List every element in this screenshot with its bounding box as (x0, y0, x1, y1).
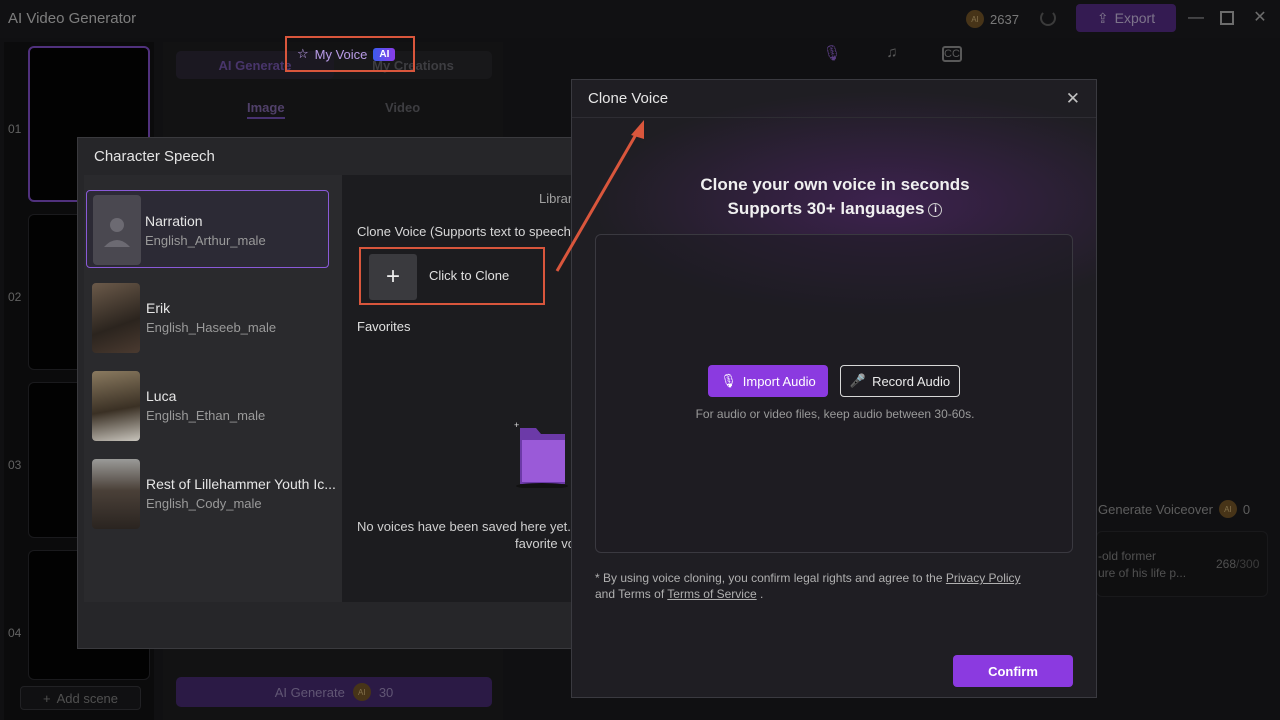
microphone-icon: 🎤 (849, 373, 867, 388)
languages-text: Supports 30+ languages (727, 199, 925, 218)
character-item-luca[interactable]: Luca English_Ethan_male (84, 365, 342, 447)
avatar (92, 283, 140, 353)
terms-of-service-link[interactable]: Terms of Service (667, 587, 756, 601)
my-voice-label: My Voice (314, 46, 368, 62)
svg-text:+: + (514, 420, 519, 430)
character-name: Erik (146, 300, 171, 316)
character-item-narration[interactable]: Narration English_Arthur_male (86, 190, 329, 268)
legal-notice: * By using voice cloning, you confirm le… (595, 570, 1075, 602)
privacy-policy-link[interactable]: Privacy Policy (946, 571, 1021, 585)
dialog-title: Character Speech (94, 148, 215, 165)
mic-upload-icon: 🎙 (720, 373, 737, 388)
character-item-youth[interactable]: Rest of Lillehammer Youth Ic... English_… (84, 453, 342, 535)
avatar (92, 371, 140, 441)
empty-folder-icon: + (514, 420, 568, 488)
character-item-erik[interactable]: Erik English_Haseeb_male (84, 277, 342, 359)
character-voice: English_Ethan_male (146, 408, 266, 423)
legal-text: * By using voice cloning, you confirm le… (595, 571, 943, 585)
record-audio-button[interactable]: 🎤 Record Audio (840, 365, 960, 397)
character-name: Luca (146, 388, 177, 404)
tab-my-voice[interactable]: ☆ My Voice AI (285, 36, 415, 72)
favorites-label: Favorites (357, 319, 411, 334)
ai-badge: AI (373, 47, 396, 61)
empty-state-text: No voices have been saved here yet. favo… (357, 518, 587, 552)
clone-voice-dialog: Clone Voice ✕ Clone your own voice in se… (571, 79, 1097, 698)
character-name: Narration (145, 213, 203, 229)
import-audio-label: Import Audio (742, 373, 816, 389)
character-speech-dialog: Character Speech Narration English_Arthu… (77, 137, 578, 649)
audio-drop-zone[interactable] (595, 234, 1073, 553)
audio-hint: For audio or video files, keep audio bet… (695, 407, 975, 421)
character-voice: English_Arthur_male (145, 233, 266, 248)
divider (572, 117, 1096, 118)
confirm-button[interactable]: Confirm (953, 655, 1073, 687)
click-to-clone-button[interactable]: + Click to Clone (359, 247, 545, 305)
character-voice: English_Haseeb_male (146, 320, 277, 335)
character-name: Rest of Lillehammer Youth Ic... (146, 476, 336, 492)
star-icon: ☆ (297, 46, 309, 61)
clone-subheading: Supports 30+ languages i (572, 199, 1098, 219)
dialog-title: Clone Voice (588, 90, 669, 107)
avatar (92, 459, 140, 529)
info-icon[interactable]: i (928, 202, 943, 217)
legal-text: . (759, 587, 764, 601)
legal-text: and Terms of (595, 587, 665, 601)
clone-voice-label: Clone Voice (Supports text to speech (357, 224, 571, 239)
clone-heading: Clone your own voice in seconds (700, 175, 970, 194)
character-list: Narration English_Arthur_male Erik Engli… (84, 175, 342, 602)
import-audio-button[interactable]: 🎙 Import Audio (708, 365, 828, 397)
record-audio-label: Record Audio (872, 373, 951, 389)
avatar (93, 195, 141, 265)
empty-state-line: favorite vo (515, 536, 575, 551)
character-voice: English_Cody_male (146, 496, 262, 511)
tab-library[interactable]: Librar (539, 191, 572, 206)
close-icon[interactable]: ✕ (1066, 89, 1080, 109)
click-to-clone-label: Click to Clone (429, 268, 510, 283)
empty-state-line: No voices have been saved here yet. (357, 519, 571, 534)
plus-icon: + (369, 254, 417, 300)
